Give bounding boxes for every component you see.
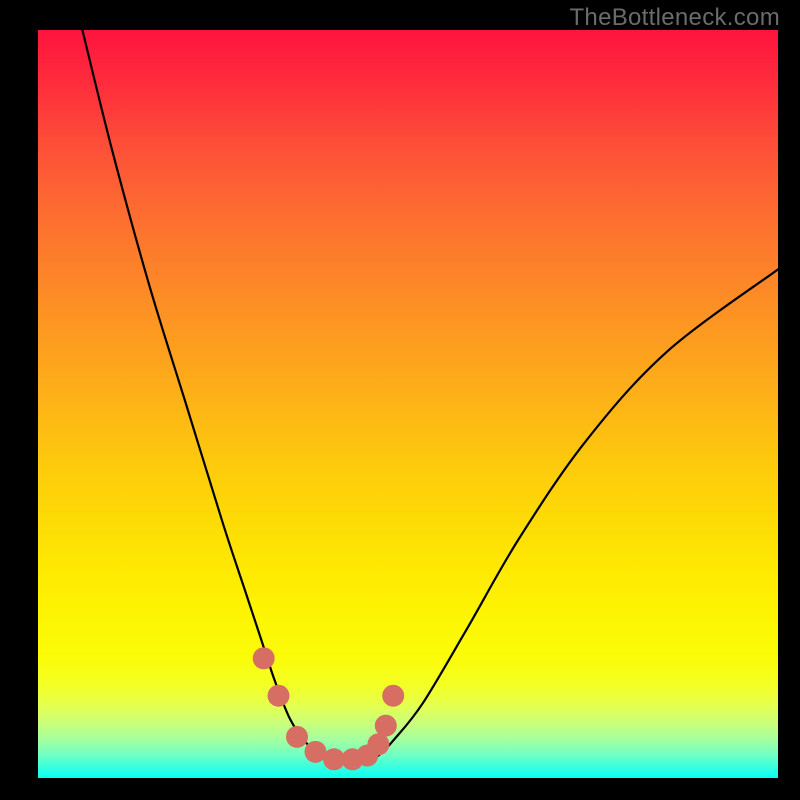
watermark-text: TheBottleneck.com (569, 4, 780, 32)
highlight-dots-group (253, 647, 405, 770)
highlight-dot (375, 715, 397, 737)
bottleneck-curve (82, 30, 778, 764)
curve-svg (38, 30, 778, 778)
highlight-dot (268, 685, 290, 707)
highlight-dot (382, 685, 404, 707)
chart-container: TheBottleneck.com (0, 0, 800, 800)
highlight-dot (367, 733, 389, 755)
highlight-dot (286, 726, 308, 748)
highlight-dot (253, 647, 275, 669)
plot-area (38, 30, 778, 778)
bottleneck-curve-group (82, 30, 778, 764)
